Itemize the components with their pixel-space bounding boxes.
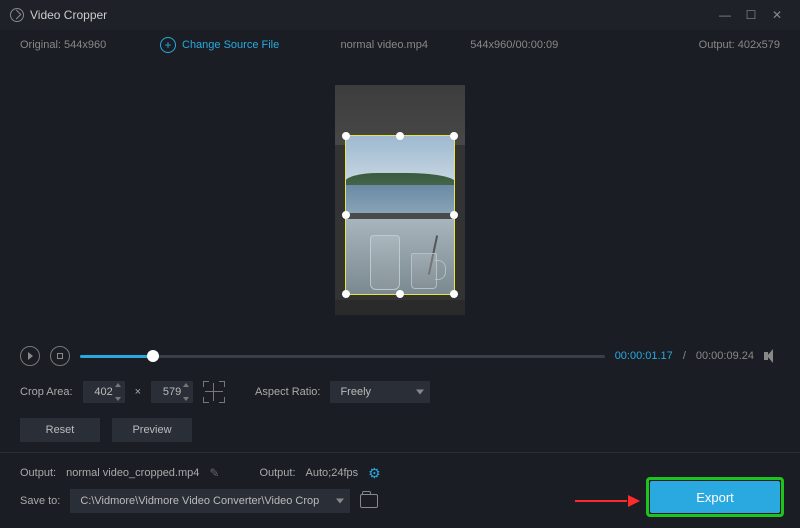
close-button[interactable]: ✕ [764,8,790,22]
title-bar: Video Cropper — ☐ ✕ [0,0,800,30]
aspect-ratio-label: Aspect Ratio: [255,386,320,398]
time-duration: 00:00:09.24 [696,350,754,362]
action-row: Reset Preview [0,412,800,448]
divider [0,452,800,453]
timeline-slider[interactable] [80,355,605,358]
crop-height-value: 579 [163,386,181,398]
volume-icon[interactable] [764,349,780,363]
output-size: Output: 402x579 [579,39,780,51]
window-title: Video Cropper [30,8,712,22]
change-source-button[interactable]: + Change Source File [160,37,279,53]
stop-button[interactable] [50,346,70,366]
original-label: Original: [20,39,61,51]
aspect-ratio-select[interactable]: Freely [330,381,430,403]
export-button[interactable]: Export [650,481,780,513]
play-bar: 00:00:01.17 / 00:00:09.24 [0,340,800,372]
original-size: Original: 544x960 [20,39,160,51]
output-dims: 402x579 [738,39,780,51]
plus-circle-icon: + [160,37,176,53]
chevron-up-icon[interactable] [115,383,121,387]
save-path-select[interactable]: C:\Vidmore\Vidmore Video Converter\Video… [70,489,350,513]
annotation-arrow [575,495,640,507]
chevron-down-icon[interactable] [183,397,189,401]
play-icon [28,352,33,360]
source-filename: normal video.mp4 [319,39,449,51]
output-file-name: normal video_cropped.mp4 [66,467,199,479]
aspect-ratio-value: Freely [340,386,371,398]
app-icon [10,8,24,22]
minimize-button[interactable]: — [712,8,738,22]
change-source-label: Change Source File [182,39,279,51]
save-row: Save to: C:\Vidmore\Vidmore Video Conver… [0,485,800,523]
crop-area-label: Crop Area: [20,386,73,398]
output-format-label: Output: [259,467,295,479]
output-label: Output: [699,39,735,51]
preview-area [0,60,800,340]
crop-height-input[interactable]: 579 [151,381,193,403]
crop-controls: Crop Area: 402 × 579 Aspect Ratio: Freel… [0,372,800,412]
maximize-button[interactable]: ☐ [738,8,764,22]
time-sep: / [683,350,686,362]
original-dims: 544x960 [64,39,106,51]
info-bar: Original: 544x960 + Change Source File n… [0,30,800,60]
gear-icon[interactable]: ⚙ [368,465,381,482]
multiply-label: × [135,386,141,398]
center-crop-button[interactable] [203,381,225,403]
play-button[interactable] [20,346,40,366]
timeline-knob[interactable] [147,350,159,362]
chevron-down-icon [416,390,424,395]
chevron-down-icon[interactable] [115,397,121,401]
reset-button[interactable]: Reset [20,418,100,442]
output-file-label: Output: [20,467,56,479]
open-folder-button[interactable] [360,494,378,508]
time-current: 00:00:01.17 [615,350,673,362]
preview-button[interactable]: Preview [112,418,192,442]
video-frame[interactable] [335,85,465,315]
save-to-label: Save to: [20,495,60,507]
chevron-down-icon [336,499,344,504]
crop-width-input[interactable]: 402 [83,381,125,403]
edit-icon[interactable]: ✎ [209,466,219,480]
crop-width-value: 402 [94,386,112,398]
stop-icon [57,353,63,359]
chevron-up-icon[interactable] [183,383,189,387]
output-format-value: Auto;24fps [306,467,359,479]
save-path-value: C:\Vidmore\Vidmore Video Converter\Video… [80,495,319,507]
source-info: 544x960/00:00:09 [449,39,579,51]
